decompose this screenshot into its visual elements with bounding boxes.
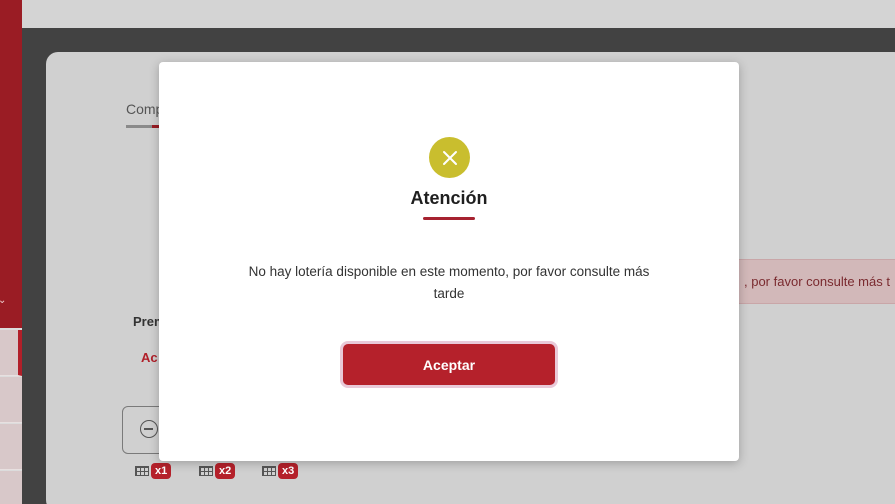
- dialog-title: Atención: [410, 188, 488, 208]
- multiplier-x2[interactable]: x2: [199, 463, 236, 479]
- grid-icon: [262, 466, 276, 476]
- sidebar-item[interactable]: [0, 471, 22, 504]
- sidebar-item[interactable]: [0, 377, 22, 423]
- multiplier-badge: x3: [278, 463, 299, 479]
- top-bar: [22, 0, 895, 28]
- alert-banner: , por favor consulte más t: [735, 259, 895, 304]
- dialog-message-line: tarde: [433, 286, 465, 301]
- accept-button[interactable]: Aceptar: [340, 341, 558, 388]
- sidebar-item[interactable]: [0, 330, 22, 376]
- multiplier-badge: x1: [151, 463, 172, 479]
- chevron-down-icon: ⌄: [0, 295, 7, 306]
- attention-dialog: Atención No hay lotería disponible en es…: [159, 62, 739, 461]
- title-underline: [423, 217, 475, 220]
- minus-circle-icon[interactable]: [140, 420, 158, 438]
- sidebar-item[interactable]: [0, 424, 22, 470]
- grid-icon: [135, 466, 149, 476]
- dialog-message: No hay lotería disponible en este moment…: [229, 261, 669, 305]
- multiplier-x3[interactable]: x3: [262, 463, 299, 479]
- multiplier-badge: x2: [215, 463, 236, 479]
- action-link[interactable]: Ac: [141, 350, 158, 365]
- multiplier-x1[interactable]: x1: [135, 463, 172, 479]
- dialog-message-line: No hay lotería disponible en este moment…: [248, 264, 650, 279]
- tab-indicator: [126, 125, 160, 128]
- grid-icon: [199, 466, 213, 476]
- alert-text: , por favor consulte más t: [744, 274, 890, 289]
- tab-compra[interactable]: Comp: [126, 101, 163, 117]
- sidebar-header: [0, 0, 22, 328]
- close-icon: [429, 137, 470, 178]
- sidebar: ⌄: [0, 0, 22, 504]
